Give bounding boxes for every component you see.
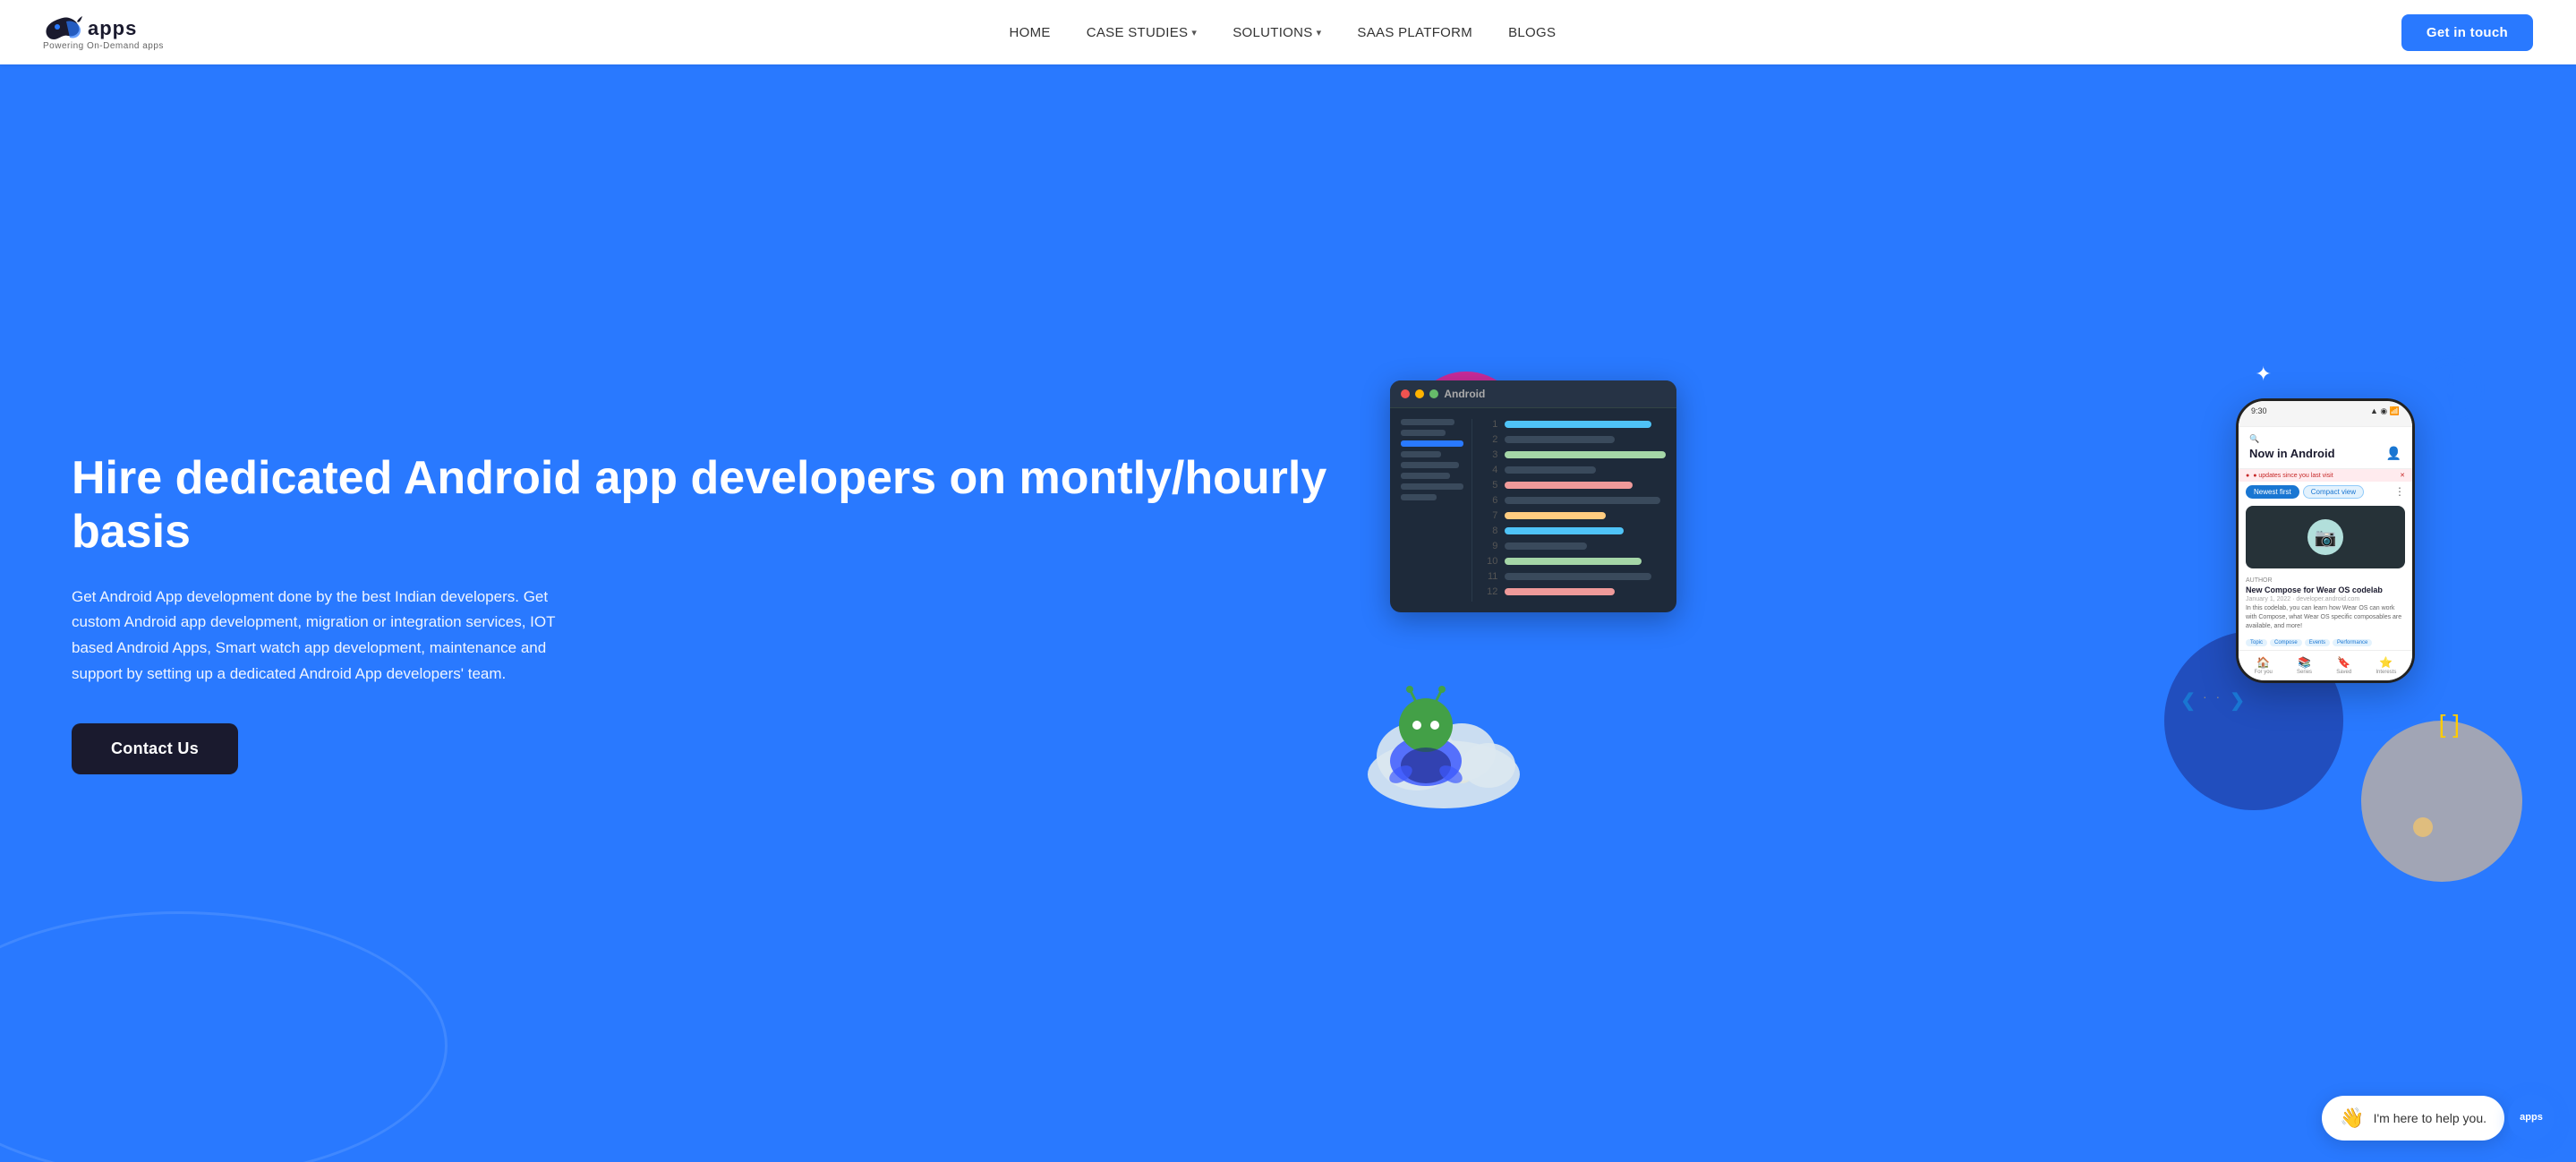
phone-nav-series-icon: 📚 — [2298, 656, 2311, 669]
next-arrow-icon[interactable]: ❯ — [2230, 689, 2245, 712]
phone-time: 9:30 — [2251, 406, 2267, 416]
nav-link-blogs[interactable]: BLOGS — [1508, 25, 1556, 40]
hero-bg-decoration — [0, 911, 448, 1162]
phone-notification-text: ● updates since you last visit — [2253, 473, 2333, 479]
nav-item-saas[interactable]: SAAS PLATFORM — [1357, 25, 1472, 40]
phone-tag-compose: Compose — [2270, 639, 2302, 646]
phone-status-bar: 9:30 ▲ ◉ 📶 — [2239, 401, 2412, 422]
phone-nav-interests-icon: ⭐ — [2379, 656, 2393, 669]
phone-card-image-circle: 📷 — [2307, 519, 2343, 555]
prev-arrow-icon[interactable]: ❮ — [2180, 689, 2196, 712]
logo: apps Powering On-Demand apps — [43, 14, 164, 51]
chat-avatar-logo: apps — [2520, 1112, 2543, 1123]
phone-nav-saved[interactable]: 🔖 Saved — [2336, 656, 2351, 675]
case-studies-dropdown-icon: ▾ — [1191, 27, 1197, 38]
phone-card-content: Author New Compose for Wear OS codelab J… — [2239, 572, 2412, 636]
phone-app-header: 🔍 Now in Android 👤 — [2239, 427, 2412, 469]
carousel-nav: ❮ · · ❯ — [2180, 689, 2245, 712]
nav-menu: HOME CASE STUDIES ▾ SOLUTIONS ▾ SAAS PLA… — [1010, 25, 1557, 40]
chat-widget-text: I'm here to help you. — [2374, 1111, 2486, 1125]
nav-item-blogs[interactable]: BLOGS — [1508, 25, 1556, 40]
nav-item-solutions[interactable]: SOLUTIONS ▾ — [1233, 25, 1321, 40]
nav-link-case-studies[interactable]: CASE STUDIES ▾ — [1087, 25, 1197, 40]
phone-notification-dot: ● — [2246, 473, 2249, 479]
sparkle-icon-1: ✦ — [2256, 363, 2272, 386]
phone-filters: Newest first Compact view ⋮ — [2239, 482, 2412, 502]
phone-nav-series-label: Series — [2297, 670, 2312, 675]
chat-avatar[interactable]: apps — [2508, 1094, 2555, 1141]
gold-circle-decoration — [2361, 721, 2522, 882]
phone-card-author: Author — [2246, 577, 2405, 584]
phone-tag-topic: Topic — [2246, 639, 2267, 646]
filter-chip-newest[interactable]: Newest first — [2246, 485, 2299, 499]
phone-mockup: 9:30 ▲ ◉ 📶 🔍 Now in Android 👤 ● ● update… — [2236, 398, 2415, 683]
nav-link-saas[interactable]: SAAS PLATFORM — [1357, 25, 1472, 40]
phone-card-date: January 1, 2022 · developer.android.com — [2246, 596, 2405, 602]
camera-icon: 📷 — [2315, 526, 2337, 549]
code-editor-header: Android — [1390, 380, 1676, 408]
nav-link-home[interactable]: HOME — [1010, 25, 1051, 40]
navbar: apps Powering On-Demand apps HOME CASE S… — [0, 0, 2576, 64]
phone-header-title: Now in Android — [2249, 447, 2335, 460]
logo-text: apps — [88, 17, 137, 40]
hero-content: Hire dedicated Android app developers on… — [72, 452, 1336, 774]
logo-bird-icon — [43, 14, 82, 43]
bracket-decoration: [ ] — [2439, 710, 2460, 739]
chat-widget[interactable]: 👋 I'm here to help you. — [2322, 1096, 2504, 1141]
filter-chip-compact[interactable]: Compact view — [2303, 485, 2364, 499]
phone-header-row: Now in Android 👤 — [2249, 446, 2401, 461]
phone-nav-home-icon: 🏠 — [2256, 656, 2270, 669]
phone-close-icon: ✕ — [2400, 472, 2405, 479]
phone-nav-interests-label: Interests — [2376, 670, 2396, 675]
phone-header-search-label: 🔍 — [2249, 434, 2401, 444]
logo-subtitle: Powering On-Demand apps — [43, 41, 164, 51]
phone-tag-events: Events — [2305, 639, 2330, 646]
phone-nav-interests[interactable]: ⭐ Interests — [2376, 656, 2396, 675]
get-in-touch-button[interactable]: Get in touch — [2401, 14, 2533, 51]
phone-nav-saved-label: Saved — [2336, 670, 2351, 675]
phone-icons: ▲ ◉ 📶 — [2370, 406, 2400, 416]
phone-card-title: New Compose for Wear OS codelab — [2246, 585, 2405, 594]
hero-illustration: ✦ ✦ — [1336, 345, 2504, 882]
phone-account-icon: 👤 — [2386, 446, 2401, 461]
code-editor-title: Android — [1444, 388, 1485, 400]
phone-nav-saved-icon: 🔖 — [2337, 656, 2350, 669]
code-editor-mockup: Android 1 — [1390, 380, 1676, 612]
phone-card-description: In this codelab, you can learn how Wear … — [2246, 604, 2405, 630]
android-cloud-group — [1363, 671, 1488, 810]
hero-description: Get Android App development done by the … — [72, 585, 573, 688]
phone-card-image: 📷 — [2246, 506, 2405, 568]
hero-section: Hire dedicated Android app developers on… — [0, 64, 2576, 1162]
phone-nav-for-you-label: For you — [2255, 670, 2273, 675]
phone-tag-performance: Performance — [2333, 639, 2372, 646]
logo-image: apps — [43, 14, 137, 43]
android-robot-icon — [1363, 671, 1488, 806]
code-editor-body: 1 2 3 4 5 6 7 8 9 10 11 12 — [1390, 408, 1676, 612]
nav-link-solutions[interactable]: SOLUTIONS ▾ — [1233, 25, 1321, 40]
phone-nav-for-you[interactable]: 🏠 For you — [2255, 656, 2273, 675]
phone-notification-bar: ● ● updates since you last visit ✕ — [2239, 469, 2412, 482]
solutions-dropdown-icon: ▾ — [1317, 27, 1322, 38]
compass-icon — [2415, 354, 2486, 430]
phone-more-icon: ⋮ — [2394, 485, 2405, 499]
phone-bottom-nav: 🏠 For you 📚 Series 🔖 Saved ⭐ Interests — [2239, 650, 2412, 680]
hero-title: Hire dedicated Android app developers on… — [72, 452, 1336, 560]
nav-item-case-studies[interactable]: CASE STUDIES ▾ — [1087, 25, 1197, 40]
phone-nav-series[interactable]: 📚 Series — [2297, 656, 2312, 675]
chat-wave-icon: 👋 — [2340, 1106, 2364, 1130]
nav-item-home[interactable]: HOME — [1010, 25, 1051, 40]
contact-us-button[interactable]: Contact Us — [72, 723, 238, 774]
carousel-dots: · · — [2203, 689, 2222, 712]
phone-card-tags: Topic Compose Events Performance — [2239, 636, 2412, 650]
